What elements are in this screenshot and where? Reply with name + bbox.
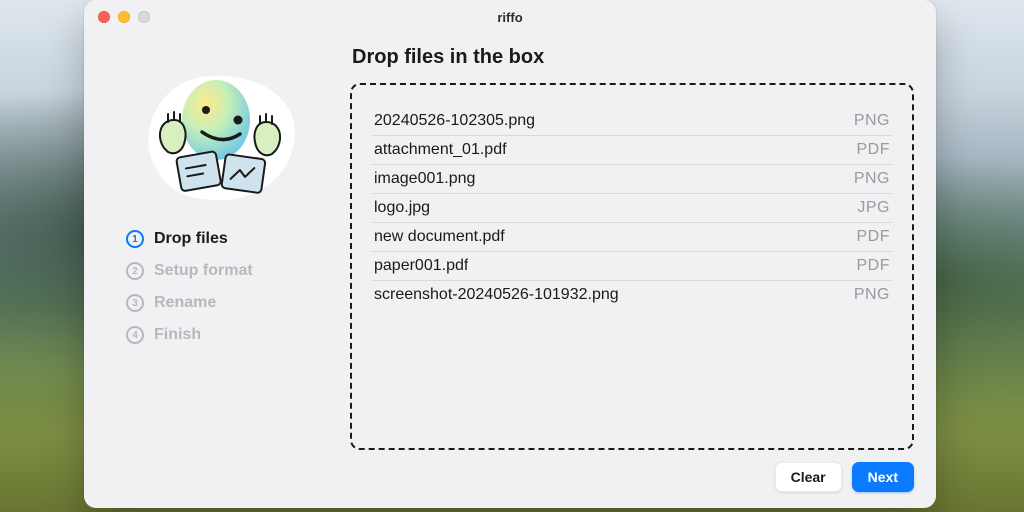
window-body: 1 Drop files 2 Setup format 3 Rename 4 F… [84, 34, 936, 508]
file-dropzone[interactable]: 20240526-102305.png PNG attachment_01.pd… [350, 83, 914, 450]
file-type: PNG [854, 286, 890, 304]
page-heading: Drop files in the box [352, 46, 914, 69]
file-type: JPG [857, 199, 890, 217]
step-rename[interactable]: 3 Rename [126, 294, 336, 312]
file-name: 20240526-102305.png [374, 112, 535, 130]
step-label: Drop files [154, 230, 228, 248]
next-button[interactable]: Next [852, 462, 914, 492]
file-row[interactable]: 20240526-102305.png PNG [372, 107, 892, 136]
step-label: Finish [154, 326, 201, 344]
file-name: screenshot-20240526-101932.png [374, 286, 619, 304]
file-name: image001.png [374, 170, 475, 188]
close-window-button[interactable] [98, 11, 110, 23]
file-list: 20240526-102305.png PNG attachment_01.pd… [372, 107, 892, 309]
step-number-icon: 4 [126, 326, 144, 344]
file-type: PNG [854, 112, 890, 130]
file-row[interactable]: paper001.pdf PDF [372, 252, 892, 281]
minimize-window-button[interactable] [118, 11, 130, 23]
action-bar: Clear Next [350, 462, 914, 492]
main-panel: Drop files in the box 20240526-102305.pn… [350, 40, 914, 492]
file-name: attachment_01.pdf [374, 141, 507, 159]
file-row[interactable]: screenshot-20240526-101932.png PNG [372, 281, 892, 309]
file-row[interactable]: logo.jpg JPG [372, 194, 892, 223]
window-title: riffo [497, 10, 522, 25]
zoom-window-button[interactable] [138, 11, 150, 23]
clear-button[interactable]: Clear [775, 462, 842, 492]
step-number-icon: 1 [126, 230, 144, 248]
step-number-icon: 3 [126, 294, 144, 312]
step-label: Setup format [154, 262, 253, 280]
mascot-illustration [126, 58, 316, 218]
file-row[interactable]: attachment_01.pdf PDF [372, 136, 892, 165]
step-finish[interactable]: 4 Finish [126, 326, 336, 344]
file-type: PDF [857, 257, 891, 275]
app-window: riffo [84, 0, 936, 508]
file-name: logo.jpg [374, 199, 430, 217]
step-drop-files[interactable]: 1 Drop files [126, 230, 336, 248]
file-name: paper001.pdf [374, 257, 468, 275]
file-row[interactable]: new document.pdf PDF [372, 223, 892, 252]
step-number-icon: 2 [126, 262, 144, 280]
file-name: new document.pdf [374, 228, 505, 246]
file-type: PDF [857, 141, 891, 159]
desktop-background: riffo [0, 0, 1024, 512]
step-label: Rename [154, 294, 216, 312]
file-type: PNG [854, 170, 890, 188]
steps-list: 1 Drop files 2 Setup format 3 Rename 4 F… [106, 230, 336, 344]
sidebar: 1 Drop files 2 Setup format 3 Rename 4 F… [106, 40, 336, 492]
titlebar: riffo [84, 0, 936, 34]
file-row[interactable]: image001.png PNG [372, 165, 892, 194]
step-setup-format[interactable]: 2 Setup format [126, 262, 336, 280]
window-controls [98, 11, 150, 23]
file-type: PDF [857, 228, 891, 246]
